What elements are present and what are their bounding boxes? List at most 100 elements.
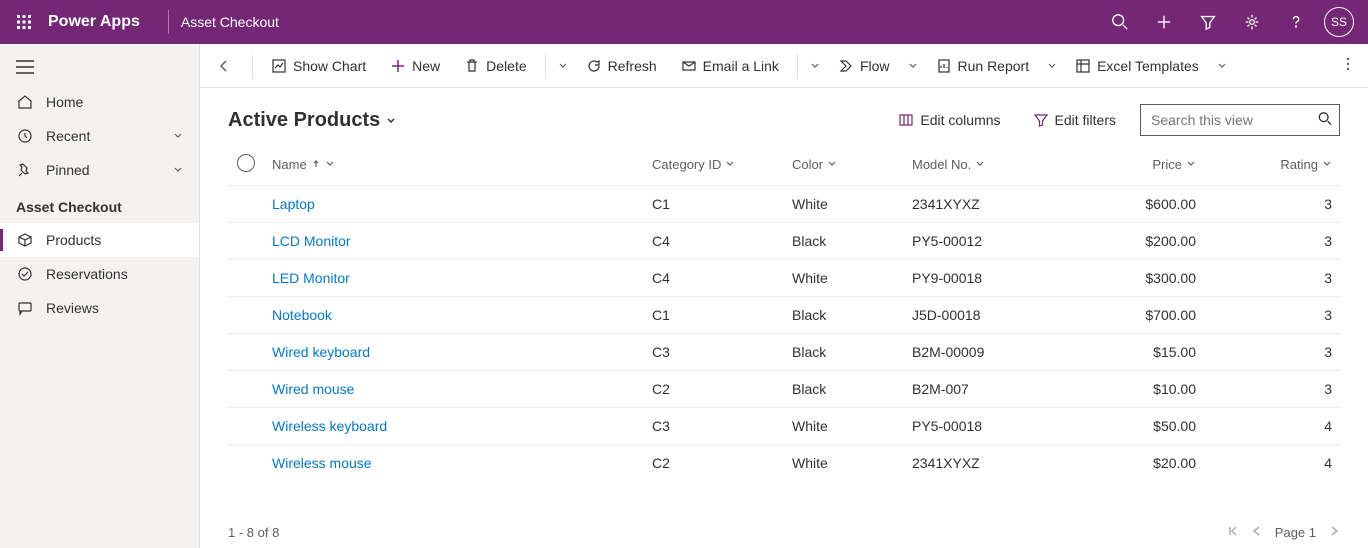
excel-templates-button[interactable]: Excel Templates: [1065, 52, 1209, 80]
cell-category: C3: [644, 334, 784, 371]
cell-price: $700.00: [1084, 297, 1204, 334]
first-page-button[interactable]: [1227, 525, 1239, 540]
cell-name[interactable]: LCD Monitor: [264, 223, 644, 260]
email-dropdown[interactable]: [806, 52, 824, 80]
sidebar-item-recent[interactable]: Recent: [0, 119, 199, 153]
col-label: Rating: [1280, 157, 1318, 172]
top-bar: Power Apps Asset Checkout SS: [0, 0, 1368, 44]
refresh-icon: [586, 58, 602, 74]
column-header-category[interactable]: Category ID: [644, 144, 784, 186]
delete-button[interactable]: Delete: [454, 52, 536, 80]
cell-name[interactable]: Laptop: [264, 186, 644, 223]
filter-icon[interactable]: [1186, 0, 1230, 44]
cell-color: Black: [784, 334, 904, 371]
user-avatar[interactable]: SS: [1324, 7, 1354, 37]
back-button[interactable]: [208, 50, 240, 82]
row-select-cell[interactable]: [228, 186, 264, 223]
email-link-button[interactable]: Email a Link: [671, 52, 789, 80]
cell-color: Black: [784, 223, 904, 260]
table-row[interactable]: LED Monitor C4 White PY9-00018 $300.00 3: [228, 260, 1340, 297]
cell-color: White: [784, 445, 904, 482]
chart-icon: [271, 58, 287, 74]
cell-category: C4: [644, 223, 784, 260]
cell-rating: 4: [1204, 408, 1340, 445]
cell-price: $10.00: [1084, 371, 1204, 408]
cmd-label: Refresh: [608, 58, 657, 74]
table-row[interactable]: Notebook C1 Black J5D-00018 $700.00 3: [228, 297, 1340, 334]
settings-icon[interactable]: [1230, 0, 1274, 44]
cell-category: C1: [644, 297, 784, 334]
data-grid: Name Category ID Color Model No. Price R…: [200, 144, 1368, 516]
more-commands-button[interactable]: [1336, 50, 1360, 81]
column-header-model[interactable]: Model No.: [904, 144, 1084, 186]
table-row[interactable]: Wired mouse C2 Black B2M-007 $10.00 3: [228, 371, 1340, 408]
row-select-cell[interactable]: [228, 408, 264, 445]
sidebar: Home Recent Pinned Asset Checkout Produc…: [0, 44, 200, 548]
refresh-button[interactable]: Refresh: [576, 52, 667, 80]
sidebar-item-label: Products: [46, 232, 101, 248]
cell-name[interactable]: Wireless mouse: [264, 445, 644, 482]
excel-icon: [1075, 58, 1091, 74]
cell-model: PY5-00012: [904, 223, 1084, 260]
cell-category: C3: [644, 408, 784, 445]
select-all-header[interactable]: [228, 144, 264, 186]
cell-category: C4: [644, 260, 784, 297]
excel-dropdown[interactable]: [1213, 52, 1231, 80]
next-page-button[interactable]: [1328, 525, 1340, 540]
view-header: Active Products Edit columns Edit filter…: [200, 88, 1368, 144]
row-select-cell[interactable]: [228, 260, 264, 297]
table-row[interactable]: Wired keyboard C3 Black B2M-00009 $15.00…: [228, 334, 1340, 371]
row-select-cell[interactable]: [228, 371, 264, 408]
row-select-cell[interactable]: [228, 223, 264, 260]
cell-color: White: [784, 260, 904, 297]
edit-filters-button[interactable]: Edit filters: [1025, 108, 1124, 132]
prev-page-button[interactable]: [1251, 525, 1263, 540]
add-icon[interactable]: [1142, 0, 1186, 44]
flow-button[interactable]: Flow: [828, 52, 900, 80]
sidebar-item-reviews[interactable]: Reviews: [0, 291, 199, 325]
flow-dropdown[interactable]: [904, 52, 922, 80]
table-row[interactable]: Wireless mouse C2 White 2341XYXZ $20.00 …: [228, 445, 1340, 482]
row-select-cell[interactable]: [228, 297, 264, 334]
cell-model: 2341XYXZ: [904, 186, 1084, 223]
column-header-color[interactable]: Color: [784, 144, 904, 186]
show-chart-button[interactable]: Show Chart: [261, 52, 376, 80]
cell-name[interactable]: LED Monitor: [264, 260, 644, 297]
cell-name[interactable]: Wireless keyboard: [264, 408, 644, 445]
sidebar-item-reservations[interactable]: Reservations: [0, 257, 199, 291]
column-header-name[interactable]: Name: [264, 144, 644, 186]
search-icon[interactable]: [1098, 0, 1142, 44]
sidebar-item-home[interactable]: Home: [0, 85, 199, 119]
col-label: Model No.: [912, 157, 971, 172]
delete-dropdown[interactable]: [554, 52, 572, 80]
search-input[interactable]: [1140, 104, 1340, 136]
edit-columns-button[interactable]: Edit columns: [890, 108, 1008, 132]
sidebar-item-pinned[interactable]: Pinned: [0, 153, 199, 187]
search-icon[interactable]: [1318, 112, 1332, 129]
column-header-price[interactable]: Price: [1084, 144, 1204, 186]
columns-icon: [898, 112, 914, 128]
app-launcher-icon[interactable]: [8, 6, 40, 38]
cell-name[interactable]: Notebook: [264, 297, 644, 334]
run-report-dropdown[interactable]: [1043, 52, 1061, 80]
row-select-cell[interactable]: [228, 334, 264, 371]
hamburger-icon[interactable]: [0, 52, 199, 85]
flow-icon: [838, 58, 854, 74]
cell-name[interactable]: Wired keyboard: [264, 334, 644, 371]
view-title-selector[interactable]: Active Products: [228, 109, 396, 132]
column-header-rating[interactable]: Rating: [1204, 144, 1340, 186]
trash-icon: [464, 58, 480, 74]
table-row[interactable]: LCD Monitor C4 Black PY5-00012 $200.00 3: [228, 223, 1340, 260]
col-label: Color: [792, 157, 823, 172]
help-icon[interactable]: [1274, 0, 1318, 44]
plus-icon: [390, 58, 406, 74]
chat-icon: [16, 300, 34, 316]
cell-name[interactable]: Wired mouse: [264, 371, 644, 408]
run-report-button[interactable]: Run Report: [926, 52, 1040, 80]
row-select-cell[interactable]: [228, 445, 264, 482]
new-button[interactable]: New: [380, 52, 450, 80]
cell-model: 2341XYXZ: [904, 445, 1084, 482]
table-row[interactable]: Wireless keyboard C3 White PY5-00018 $50…: [228, 408, 1340, 445]
table-row[interactable]: Laptop C1 White 2341XYXZ $600.00 3: [228, 186, 1340, 223]
sidebar-item-products[interactable]: Products: [0, 223, 199, 257]
